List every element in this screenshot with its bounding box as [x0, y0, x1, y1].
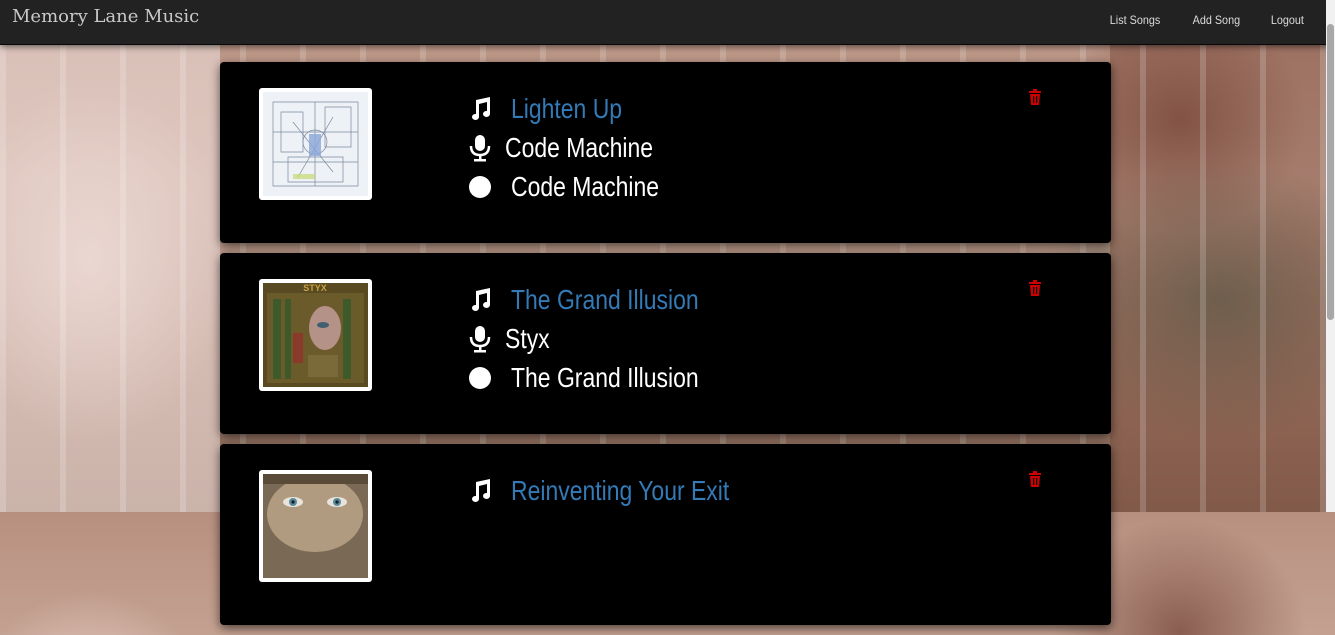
microphone-icon	[469, 134, 491, 162]
face-cover-art	[263, 474, 368, 578]
song-album: Code Machine	[511, 171, 660, 202]
trash-icon[interactable]	[1028, 280, 1042, 296]
song-album: The Grand Illusion	[511, 362, 699, 393]
nav-logout[interactable]: Logout	[1271, 13, 1304, 27]
song-title[interactable]: Lighten Up	[511, 92, 622, 126]
brand[interactable]: Memory Lane Music	[12, 6, 199, 27]
song-artist: Code Machine	[505, 132, 654, 163]
trash-icon[interactable]	[1028, 89, 1042, 105]
song-card: Lighten Up Code Machine Code Machine	[220, 62, 1111, 243]
album-cover	[259, 88, 372, 200]
record-disc-icon	[469, 173, 491, 201]
song-card: STYX The Grand Illusion Styx The Grand I…	[220, 253, 1111, 434]
song-list: Lighten Up Code Machine Code Machine STY…	[220, 62, 1111, 635]
album-cover	[259, 470, 372, 582]
nav-add-song[interactable]: Add Song	[1192, 13, 1239, 27]
song-artist-row: Code Machine	[469, 131, 686, 165]
nav-links: List Songs Add Song Logout	[1080, 13, 1306, 27]
song-card: Reinventing Your Exit	[220, 444, 1111, 625]
song-title-row: Lighten Up	[469, 92, 646, 126]
svg-text:STYX: STYX	[303, 283, 327, 293]
scrollbar-thumb[interactable]	[1327, 24, 1334, 320]
song-title-row: Reinventing Your Exit	[469, 474, 777, 508]
nav-list-songs[interactable]: List Songs	[1109, 13, 1159, 27]
music-note-icon	[469, 477, 491, 505]
song-artist: Styx	[505, 323, 550, 354]
song-title[interactable]: The Grand Illusion	[511, 283, 699, 317]
sketch-cover-art	[263, 92, 368, 196]
scrollbar[interactable]	[1326, 0, 1335, 512]
song-title[interactable]: Reinventing Your Exit	[511, 474, 729, 508]
song-album-row: Code Machine	[469, 170, 692, 204]
navbar: Memory Lane Music List Songs Add Song Lo…	[0, 0, 1335, 45]
microphone-icon	[469, 325, 491, 353]
song-album-row: The Grand Illusion	[469, 361, 740, 395]
music-note-icon	[469, 95, 491, 123]
song-artist-row: Styx	[469, 322, 559, 356]
record-disc-icon	[469, 364, 491, 392]
styx-cover-art: STYX	[263, 283, 368, 387]
music-note-icon	[469, 286, 491, 314]
trash-icon[interactable]	[1028, 471, 1042, 487]
song-title-row: The Grand Illusion	[469, 283, 740, 317]
album-cover: STYX	[259, 279, 372, 391]
